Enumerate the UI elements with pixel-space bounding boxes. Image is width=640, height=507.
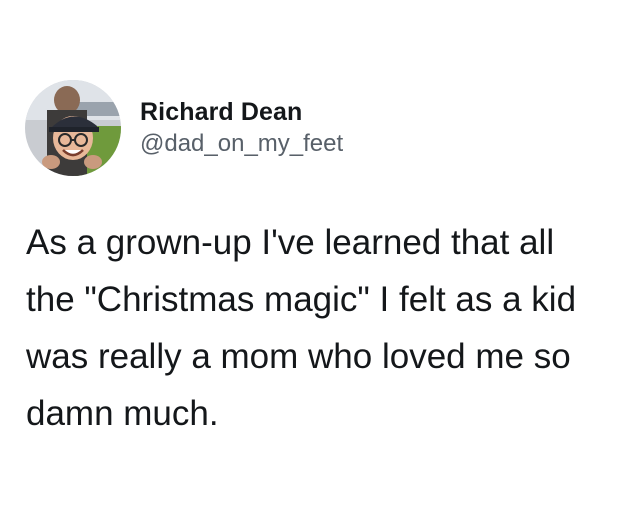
tweet-screenshot: Richard Dean @dad_on_my_feet As a grown-… [0,0,640,507]
tweet-header: Richard Dean @dad_on_my_feet [25,80,343,176]
tweet-text-line: As a grown-up I've learned that all [26,223,555,262]
user-handle[interactable]: @dad_on_my_feet [140,129,343,159]
display-name[interactable]: Richard Dean [140,97,343,127]
profile-photo-icon [25,80,121,176]
user-info: Richard Dean @dad_on_my_feet [140,97,343,159]
tweet-text: As a grown-up I've learned that all the … [26,214,626,442]
avatar[interactable] [25,80,121,176]
tweet-text-line: was really a mom who loved me so [26,337,571,376]
tweet-text-line: the "Christmas magic" I felt as a kid [26,280,577,319]
tweet-text-line: damn much. [26,394,219,433]
